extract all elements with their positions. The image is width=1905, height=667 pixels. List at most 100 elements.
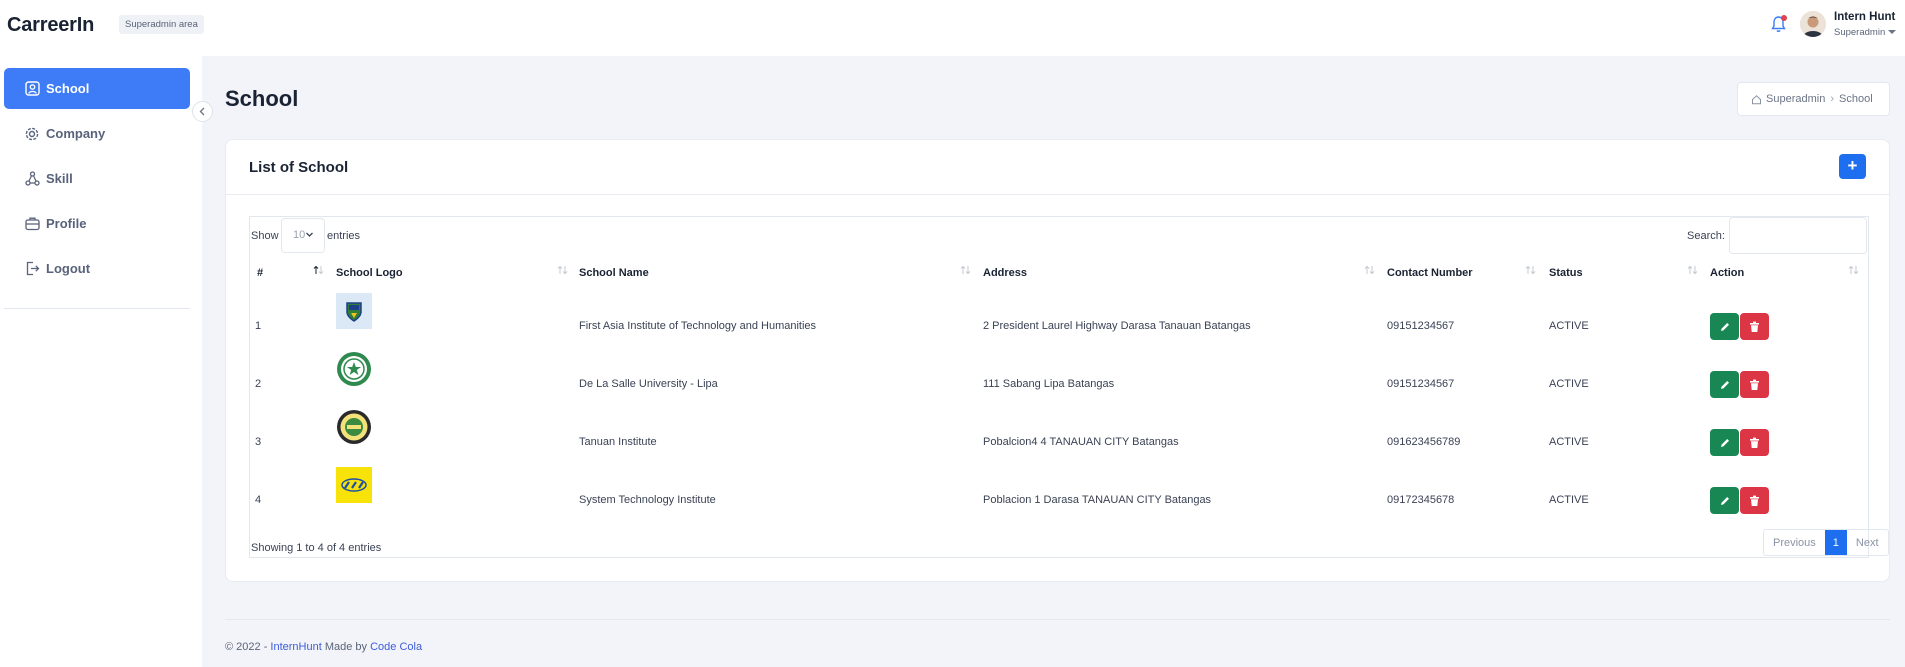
chevron-down-icon	[306, 232, 313, 237]
column-header-action[interactable]: Action	[1710, 267, 1744, 279]
footer-divider	[225, 619, 1890, 620]
gear-icon	[24, 126, 40, 142]
delete-button[interactable]	[1740, 429, 1769, 456]
footer-made-by: Made by	[321, 641, 371, 653]
search-label: Search:	[1687, 230, 1725, 242]
row-number: 4	[255, 494, 262, 506]
user-role[interactable]: Superadmin	[1834, 27, 1885, 38]
trash-icon	[1750, 321, 1759, 332]
sidebar-item-label: Skill	[46, 171, 73, 186]
card-title: List of School	[249, 159, 349, 176]
school-logo-image	[336, 351, 372, 387]
edit-button[interactable]	[1710, 429, 1739, 456]
show-label: Show	[251, 230, 279, 242]
sort-icon[interactable]	[1687, 265, 1698, 275]
column-header-number[interactable]: #	[257, 267, 263, 279]
top-bar: CarreerIn Superadmin area Intern Hunt Su…	[0, 0, 1905, 56]
sort-icon[interactable]	[557, 265, 568, 275]
edit-button[interactable]	[1710, 313, 1739, 340]
pencil-icon	[1720, 438, 1729, 447]
sidebar-item-profile[interactable]: Profile	[4, 203, 190, 244]
school-contact: 09172345678	[1387, 494, 1455, 506]
previous-page-button[interactable]: Previous	[1764, 530, 1825, 555]
chevron-right-icon: ›	[1830, 93, 1834, 105]
school-name: System Technology Institute	[579, 494, 716, 506]
school-logo-image	[336, 467, 372, 503]
next-page-button[interactable]: Next	[1847, 530, 1888, 555]
pencil-icon	[1720, 496, 1729, 505]
page-length-value: 10	[293, 229, 306, 241]
sidebar: School Company Skill Profile Logout	[0, 56, 213, 667]
school-name: De La Salle University - Lipa	[579, 378, 718, 390]
logout-icon	[24, 261, 40, 277]
entries-label: entries	[327, 230, 361, 242]
sidebar-item-logout[interactable]: Logout	[4, 248, 190, 289]
trash-icon	[1750, 437, 1759, 448]
sidebar-item-label: Company	[46, 126, 106, 141]
pencil-icon	[1720, 380, 1729, 389]
school-name: First Asia Institute of Technology and H…	[579, 320, 817, 332]
avatar[interactable]	[1800, 11, 1826, 37]
notification-dot	[1781, 15, 1787, 21]
sidebar-item-company[interactable]: Company	[4, 113, 190, 154]
school-contact: 09151234567	[1387, 320, 1455, 332]
school-status: ACTIVE	[1549, 494, 1589, 506]
sidebar-collapse-button[interactable]	[192, 101, 213, 122]
page-1-button[interactable]: 1	[1824, 530, 1847, 555]
edit-button[interactable]	[1710, 487, 1739, 514]
sort-icon[interactable]	[1848, 265, 1859, 275]
data-table: Show 10 entries Search: # School Logo Sc…	[249, 216, 1889, 558]
row-number: 1	[255, 320, 262, 332]
brand-logo[interactable]: CarreerIn	[7, 14, 94, 37]
user-square-icon	[24, 81, 40, 97]
briefcase-icon	[24, 216, 40, 232]
school-address: 111 Sabang Lipa Batangas	[983, 378, 1115, 390]
column-header-logo[interactable]: School Logo	[336, 267, 403, 279]
school-logo-image	[336, 293, 372, 329]
school-address: Pobalcion4 4 TANAUAN CITY Batangas	[983, 436, 1179, 448]
delete-button[interactable]	[1740, 371, 1769, 398]
sidebar-item-label: Profile	[46, 216, 87, 231]
add-school-button[interactable]: +	[1839, 154, 1866, 179]
trash-icon	[1750, 379, 1759, 390]
page-length-select[interactable]: 10	[281, 218, 325, 253]
search-input[interactable]	[1729, 217, 1867, 254]
pagination: Previous 1 Next	[1763, 529, 1889, 556]
delete-button[interactable]	[1740, 313, 1769, 340]
pencil-icon	[1720, 322, 1729, 331]
column-header-status[interactable]: Status	[1549, 267, 1583, 279]
edit-button[interactable]	[1710, 371, 1739, 398]
home-icon	[1752, 94, 1761, 104]
row-number: 2	[255, 378, 262, 390]
sort-asc-icon[interactable]	[313, 265, 324, 275]
sort-icon[interactable]	[960, 265, 971, 275]
breadcrumb: Superadmin › School	[1737, 82, 1890, 116]
chevron-left-icon	[199, 107, 205, 116]
column-header-address[interactable]: Address	[983, 267, 1027, 279]
user-name[interactable]: Intern Hunt	[1834, 11, 1895, 23]
trash-icon	[1750, 495, 1759, 506]
sidebar-item-school[interactable]: School	[4, 68, 190, 109]
sort-icon[interactable]	[1364, 265, 1375, 275]
sidebar-item-skill[interactable]: Skill	[4, 158, 190, 199]
breadcrumb-link[interactable]: Superadmin	[1766, 93, 1825, 105]
breadcrumb-current: School	[1839, 93, 1873, 105]
chevron-down-icon[interactable]	[1888, 30, 1896, 34]
table-info: Showing 1 to 4 of 4 entries	[251, 542, 382, 554]
sort-icon[interactable]	[1525, 265, 1536, 275]
school-contact: 091623456789	[1387, 436, 1461, 448]
footer: © 2022 - InternHunt Made by Code Cola	[225, 641, 422, 653]
school-status: ACTIVE	[1549, 378, 1589, 390]
school-logo-image	[336, 409, 372, 445]
school-contact: 09151234567	[1387, 378, 1455, 390]
column-header-contact[interactable]: Contact Number	[1387, 267, 1473, 279]
column-header-name[interactable]: School Name	[579, 267, 649, 279]
card-header: List of School +	[226, 140, 1889, 195]
school-list-card: List of School + Show 10 entries Search:…	[225, 139, 1890, 582]
area-badge: Superadmin area	[119, 15, 204, 34]
footer-site-link[interactable]: InternHunt	[270, 641, 321, 653]
delete-button[interactable]	[1740, 487, 1769, 514]
sidebar-item-label: School	[46, 81, 90, 96]
footer-author-link[interactable]: Code Cola	[370, 641, 422, 653]
nodes-icon	[24, 171, 40, 187]
